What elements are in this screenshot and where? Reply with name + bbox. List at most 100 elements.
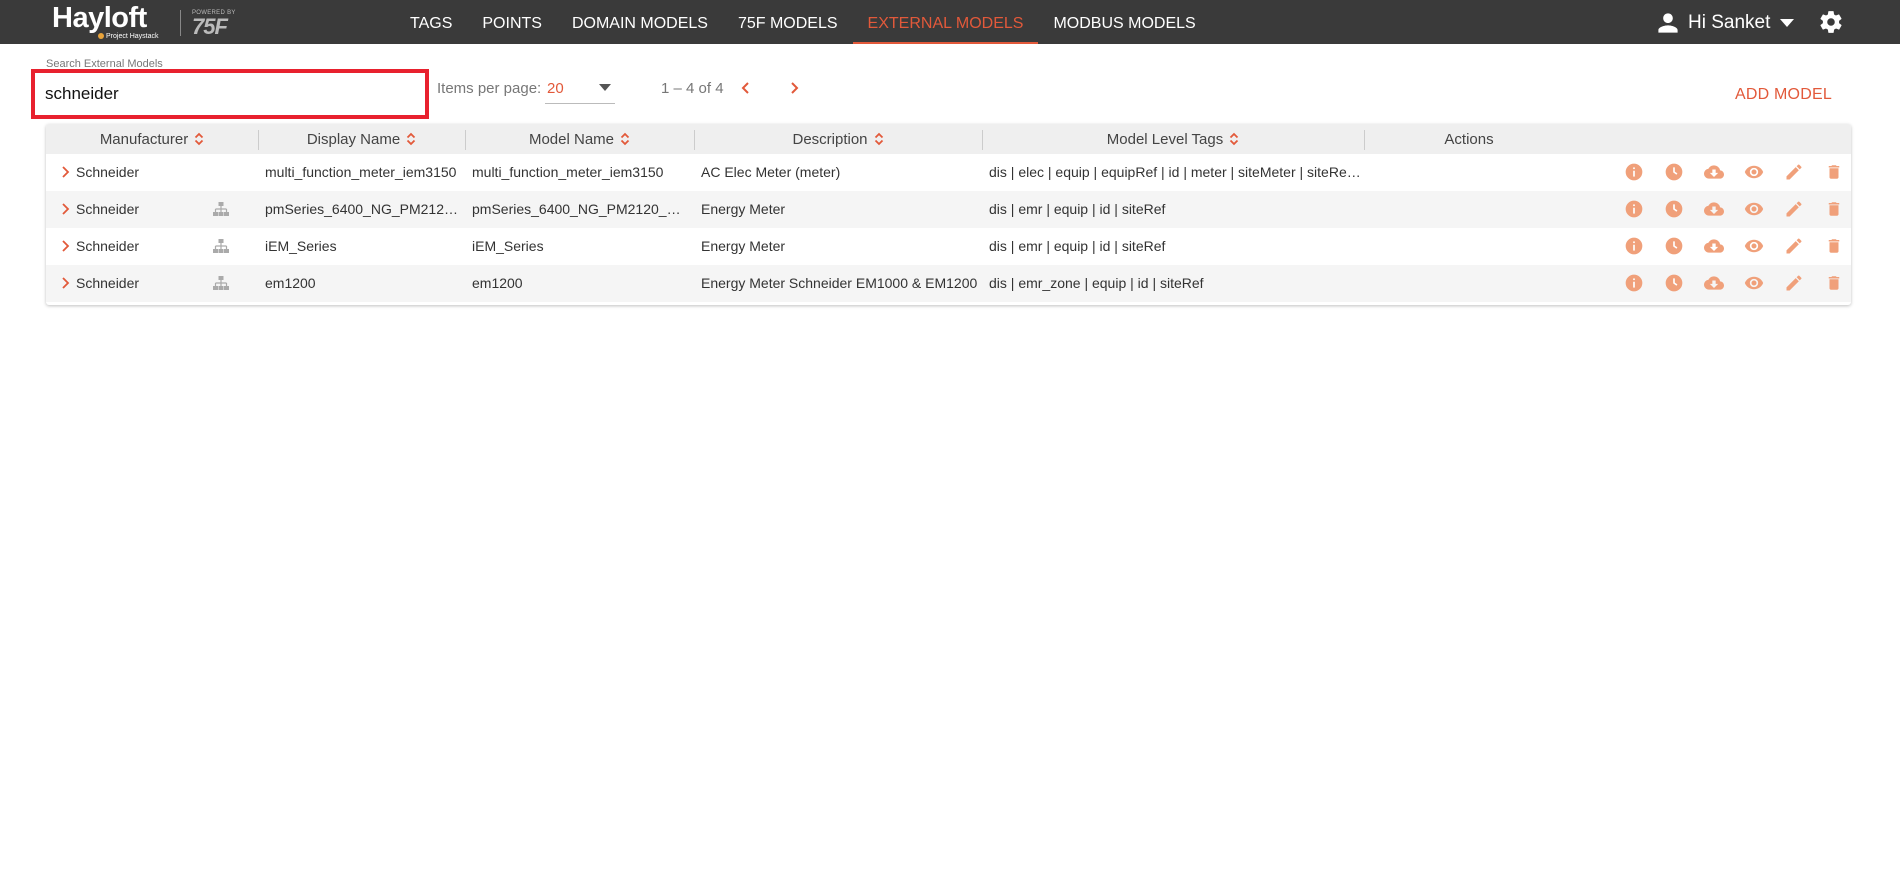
expand-row-icon[interactable] <box>60 165 70 179</box>
row-actions <box>1614 162 1851 184</box>
delete-icon[interactable] <box>1814 236 1851 258</box>
column-label: Description <box>792 130 868 148</box>
history-icon[interactable] <box>1654 236 1694 258</box>
info-icon[interactable] <box>1614 236 1654 258</box>
add-model-button[interactable]: ADD MODEL <box>1735 86 1832 104</box>
history-icon[interactable] <box>1654 273 1694 295</box>
column-label: Actions <box>1444 130 1494 148</box>
column-header-description[interactable]: Description <box>694 124 982 154</box>
user-menu[interactable]: Hi Sanket <box>1656 10 1802 36</box>
caret-down-icon <box>1780 19 1795 27</box>
table-header: Manufacturer Display Name Model Name Des… <box>46 124 1851 154</box>
brand-subtitle: Project Haystack <box>98 33 159 40</box>
dropdown-arrow-icon <box>599 84 611 91</box>
sort-icon <box>195 132 204 146</box>
row-actions <box>1614 236 1851 258</box>
logo-divider <box>180 10 181 36</box>
info-icon[interactable] <box>1614 199 1654 221</box>
edit-icon[interactable] <box>1774 162 1814 184</box>
cell-model-name: multi_function_meter_iem3150 <box>472 164 664 180</box>
cell-model-level-tags: dis | emr | equip | id | siteRef <box>989 201 1166 217</box>
pagination-range: 1 – 4 of 4 <box>661 80 724 97</box>
nav-tab-modbus-models[interactable]: MODBUS MODELS <box>1038 0 1210 44</box>
edit-icon[interactable] <box>1774 199 1814 221</box>
main-nav: TAGS POINTS DOMAIN MODELS 75F MODELS EXT… <box>395 0 1211 44</box>
person-icon <box>1658 13 1678 33</box>
info-icon[interactable] <box>1614 273 1654 295</box>
items-per-page-value: 20 <box>547 80 564 97</box>
nav-tab-domain-models[interactable]: DOMAIN MODELS <box>557 0 723 44</box>
cell-display-name: multi_function_meter_iem3150 <box>265 164 457 180</box>
hierarchy-icon[interactable] <box>212 275 230 291</box>
cell-model-name: pmSeries_6400_NG_PM2120_PM213... <box>472 201 688 217</box>
cell-model-level-tags: dis | elec | equip | equipRef | id | met… <box>989 164 1361 180</box>
cloud-download-icon[interactable] <box>1694 199 1734 221</box>
table-row[interactable]: Schneider em1200 em1200 Energy Meter Schnei… <box>46 265 1851 302</box>
cell-description: Energy Meter <box>701 238 786 254</box>
nav-tab-tags[interactable]: TAGS <box>395 0 467 44</box>
top-navigation-bar: Hayloft Project Haystack POWERED BY 75F … <box>0 0 1900 44</box>
search-input[interactable] <box>45 81 405 107</box>
column-label: Model Name <box>528 130 615 148</box>
cell-model-level-tags: dis | emr | equip | id | siteRef <box>989 238 1166 254</box>
edit-icon[interactable] <box>1774 273 1814 295</box>
items-per-page-select[interactable]: 20 <box>545 76 615 104</box>
cell-display-name: iEM_Series <box>265 238 337 254</box>
hierarchy-icon[interactable] <box>212 238 230 254</box>
cloud-download-icon[interactable] <box>1694 162 1734 184</box>
expand-row-icon[interactable] <box>60 202 70 216</box>
column-label: Manufacturer <box>99 130 189 148</box>
hierarchy-icon[interactable] <box>212 201 230 217</box>
delete-icon[interactable] <box>1814 199 1851 221</box>
info-icon[interactable] <box>1614 162 1654 184</box>
cell-manufacturer: Schneider <box>76 164 140 180</box>
cell-model-name: em1200 <box>472 275 523 291</box>
cloud-download-icon[interactable] <box>1694 236 1734 258</box>
cell-model-level-tags: dis | emr_zone | equip | id | siteRef <box>989 275 1204 291</box>
cell-manufacturer: Schneider <box>76 275 140 291</box>
cell-manufacturer: Schneider <box>76 201 140 217</box>
next-page-icon[interactable] <box>786 78 802 98</box>
items-per-page-label: Items per page: <box>437 80 542 97</box>
column-header-display-name[interactable]: Display Name <box>258 124 465 154</box>
nav-tab-external-models[interactable]: EXTERNAL MODELS <box>852 0 1039 44</box>
table-row[interactable]: Schneider multi_function_meter_iem3150 mul… <box>46 154 1851 191</box>
external-models-table: Manufacturer Display Name Model Name Des… <box>46 124 1851 305</box>
eye-icon[interactable] <box>1734 273 1774 295</box>
eye-icon[interactable] <box>1734 199 1774 221</box>
cell-description: Energy Meter Schneider EM1000 & EM1200 <box>701 275 978 291</box>
search-field-highlight <box>31 69 429 119</box>
previous-page-icon[interactable] <box>738 78 754 98</box>
table-row[interactable]: Schneider pmSeries_6400_NG_PM2120_PM... pm… <box>46 191 1851 228</box>
eye-icon[interactable] <box>1734 236 1774 258</box>
cell-display-name: pmSeries_6400_NG_PM2120_PM... <box>265 201 460 217</box>
delete-icon[interactable] <box>1814 162 1851 184</box>
cell-manufacturer: Schneider <box>76 238 140 254</box>
table-row[interactable]: Schneider iEM_Series iEM_Series Energy Mete… <box>46 228 1851 265</box>
sort-icon <box>1230 132 1239 146</box>
sort-icon <box>407 132 416 146</box>
expand-row-icon[interactable] <box>60 239 70 253</box>
eye-icon[interactable] <box>1734 162 1774 184</box>
hayloft-logo[interactable]: Hayloft Project Haystack POWERED BY 75F <box>52 2 242 42</box>
sort-icon <box>620 132 630 146</box>
column-header-model-name[interactable]: Model Name <box>465 124 694 154</box>
history-icon[interactable] <box>1654 162 1694 184</box>
history-icon[interactable] <box>1654 199 1694 221</box>
delete-icon[interactable] <box>1814 273 1851 295</box>
column-label: Display Name <box>306 130 401 148</box>
sort-icon <box>874 132 883 146</box>
column-header-actions: Actions <box>1364 124 1574 154</box>
settings-gear-icon[interactable] <box>1818 9 1844 35</box>
row-actions <box>1614 199 1851 221</box>
nav-tab-75f-models[interactable]: 75F MODELS <box>723 0 853 44</box>
nav-tab-points[interactable]: POINTS <box>467 0 557 44</box>
column-header-model-level-tags[interactable]: Model Level Tags <box>982 124 1364 154</box>
column-label: Model Level Tags <box>1106 130 1224 148</box>
cloud-download-icon[interactable] <box>1694 273 1734 295</box>
expand-row-icon[interactable] <box>60 276 70 290</box>
edit-icon[interactable] <box>1774 236 1814 258</box>
column-header-manufacturer[interactable]: Manufacturer <box>46 124 258 154</box>
cell-description: AC Elec Meter (meter) <box>701 164 841 180</box>
partner-logo: 75F <box>192 14 228 39</box>
